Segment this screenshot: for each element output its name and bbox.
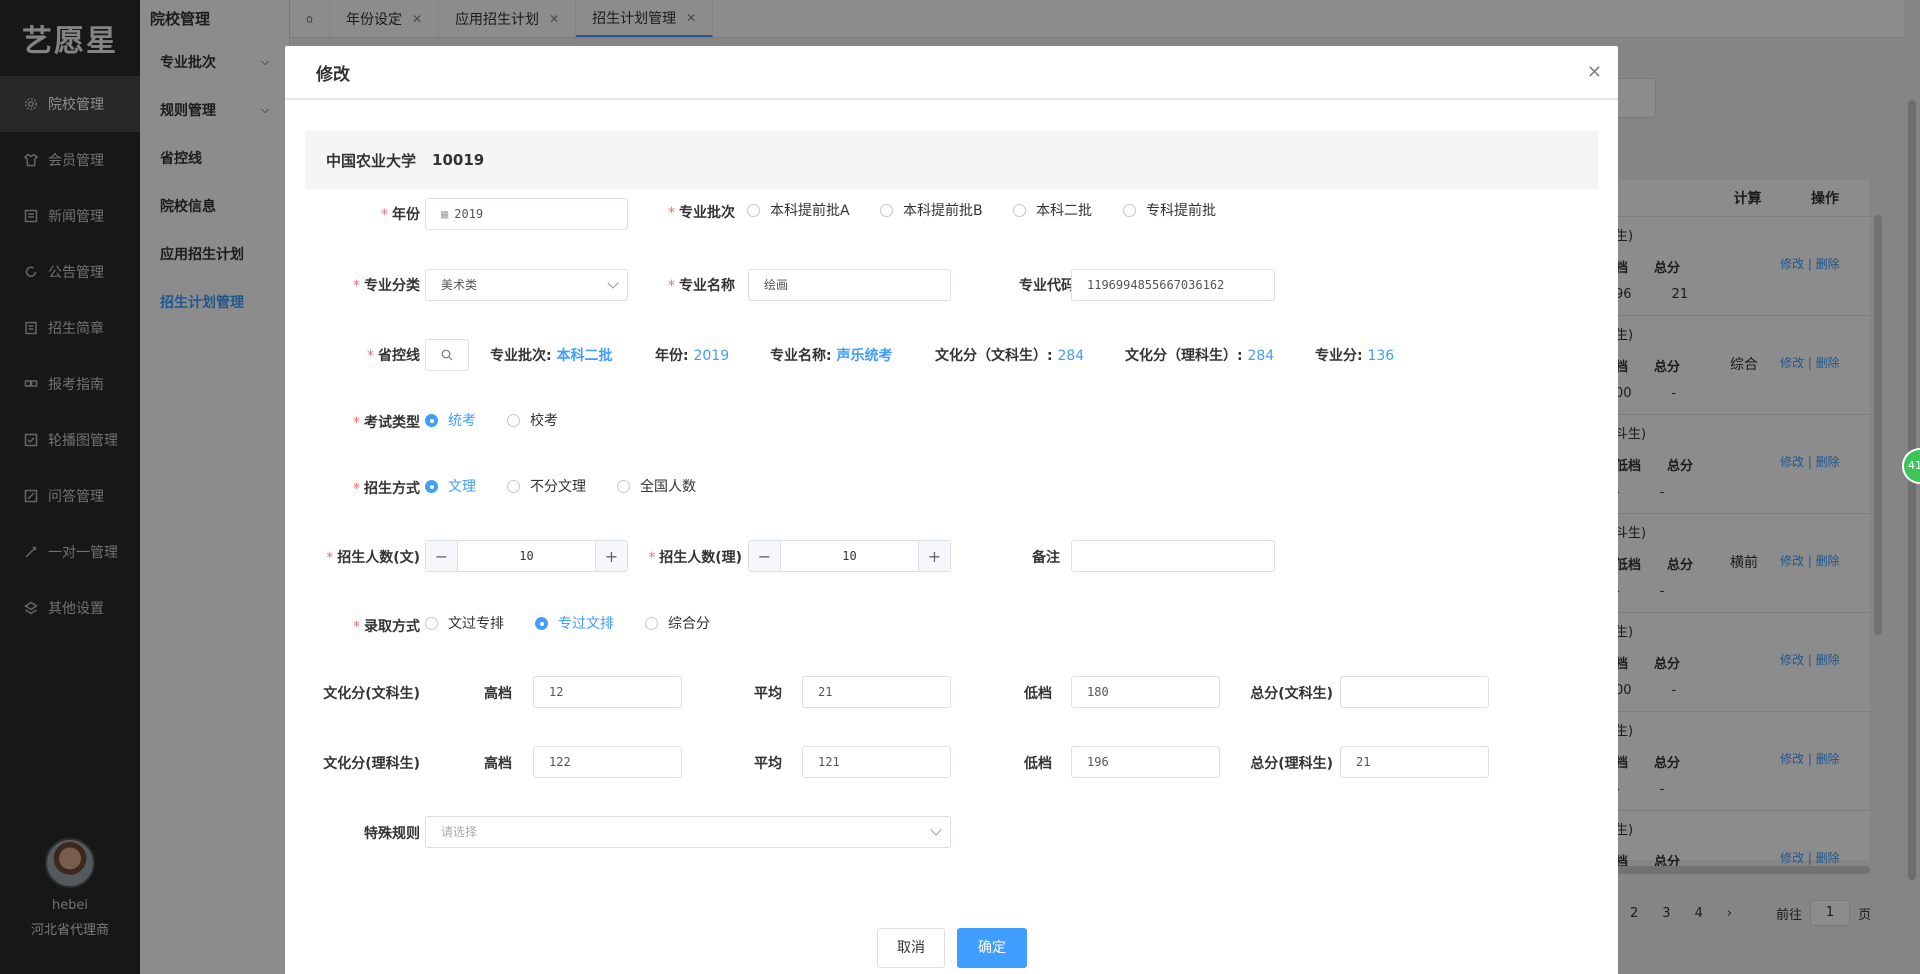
admit-mode-combined[interactable]: 综合分 (645, 613, 710, 633)
batch-option-a[interactable]: 本科提前批A (747, 200, 850, 220)
school-name: 中国农业大学 (326, 151, 417, 170)
category-select[interactable]: 美术类 (425, 269, 628, 301)
score-sci-total-input[interactable]: 21 (1340, 746, 1489, 778)
count-arts-value[interactable]: 10 (458, 541, 595, 571)
category-value: 美术类 (441, 278, 478, 292)
score-arts-total-label: 总分(文科生) (1250, 686, 1333, 702)
control-line-batch: 专业批次: 本科二批 (490, 348, 613, 364)
enroll-mode-split[interactable]: 文理 (425, 476, 476, 496)
special-rule-select[interactable]: 请选择 (425, 816, 951, 848)
calendar-icon: ▦ (441, 207, 449, 221)
control-line-major: 专业名称: 声乐统考 (770, 348, 893, 364)
score-arts-low-label: 低档 (1024, 686, 1052, 702)
control-line-label: * 省控线 (367, 348, 420, 364)
score-sci-avg-label: 平均 (754, 756, 782, 772)
score-arts-high-label: 高档 (484, 686, 512, 702)
school-info-bar: 中国农业大学 10019 (305, 131, 1598, 189)
score-sci-low-label: 低档 (1024, 756, 1052, 772)
exam-type-unified[interactable]: 统考 (425, 410, 476, 430)
control-line-prof: 专业分: 136 (1315, 348, 1395, 364)
score-sci-avg-input[interactable]: 121 (802, 746, 951, 778)
score-sci-high-label: 高档 (484, 756, 512, 772)
batch-option-junior[interactable]: 专科提前批 (1123, 200, 1216, 220)
major-code-label: 专业代码 (1019, 278, 1075, 294)
score-arts-high-input[interactable]: 12 (533, 676, 682, 708)
count-sci-label: * 招生人数(理) (648, 550, 742, 566)
admit-mode-label: * 录取方式 (353, 619, 420, 635)
special-rule-placeholder: 请选择 (441, 825, 478, 839)
score-arts-total-input[interactable] (1340, 676, 1489, 708)
decrement-button[interactable]: − (426, 541, 458, 571)
category-label: * 专业分类 (353, 278, 420, 294)
score-sci-low-input[interactable]: 196 (1071, 746, 1220, 778)
increment-button[interactable]: + (918, 541, 950, 571)
batch-option-second[interactable]: 本科二批 (1013, 200, 1092, 220)
major-name-label: * 专业名称 (668, 278, 735, 294)
exam-type-label: * 考试类型 (353, 415, 420, 431)
count-arts-label: * 招生人数(文) (326, 550, 420, 566)
school-code: 10019 (432, 151, 485, 169)
control-line-arts: 文化分（文科生）: 284 (935, 348, 1085, 364)
confirm-button[interactable]: 确定 (957, 928, 1027, 968)
exam-type-school[interactable]: 校考 (507, 410, 558, 430)
year-picker[interactable]: ▦ 2019 (425, 198, 628, 230)
score-sci-label: 文化分(理科生) (323, 756, 420, 772)
remark-input[interactable] (1071, 540, 1275, 572)
score-sci-high-input[interactable]: 122 (533, 746, 682, 778)
enroll-mode-label: * 招生方式 (353, 481, 420, 497)
edit-dialog: 修改 ✕ 中国农业大学 10019 * 年份 ▦ 2019 * 专业批次 本科提前批A… (285, 46, 1618, 974)
score-arts-avg-label: 平均 (754, 686, 782, 702)
count-sci-value[interactable]: 10 (781, 541, 918, 571)
score-arts-low-input[interactable]: 180 (1071, 676, 1220, 708)
close-icon[interactable]: ✕ (1587, 62, 1602, 83)
admit-mode-culture-first[interactable]: 文过专排 (425, 613, 504, 633)
batch-label: * 专业批次 (668, 205, 735, 221)
score-arts-avg-input[interactable]: 21 (802, 676, 951, 708)
major-code-input[interactable]: 1196994855667036162 (1071, 269, 1275, 301)
batch-option-b[interactable]: 本科提前批B (880, 200, 983, 220)
score-arts-label: 文化分(文科生) (323, 686, 420, 702)
major-name-input[interactable]: 绘画 (748, 269, 951, 301)
admit-mode-prof-first[interactable]: 专过文排 (535, 613, 614, 633)
control-line-sci: 文化分（理科生）: 284 (1125, 348, 1275, 364)
count-arts-stepper[interactable]: − 10 + (425, 540, 628, 572)
year-value: 2019 (454, 207, 484, 221)
control-line-year: 年份: 2019 (655, 348, 730, 364)
remark-label: 备注 (1032, 550, 1060, 566)
year-label: * 年份 (381, 207, 420, 223)
search-icon (441, 349, 453, 361)
chevron-down-icon (930, 824, 942, 836)
control-line-search-button[interactable] (425, 339, 469, 371)
score-sci-total-label: 总分(理科生) (1250, 756, 1333, 772)
enroll-mode-national[interactable]: 全国人数 (617, 476, 696, 496)
dialog-title: 修改 (285, 46, 1618, 100)
count-sci-stepper[interactable]: − 10 + (748, 540, 951, 572)
chevron-down-icon (607, 277, 619, 289)
enroll-mode-unsplit[interactable]: 不分文理 (507, 476, 586, 496)
decrement-button[interactable]: − (749, 541, 781, 571)
increment-button[interactable]: + (595, 541, 627, 571)
special-rule-label: 特殊规则 (364, 826, 420, 842)
cancel-button[interactable]: 取消 (877, 928, 945, 968)
